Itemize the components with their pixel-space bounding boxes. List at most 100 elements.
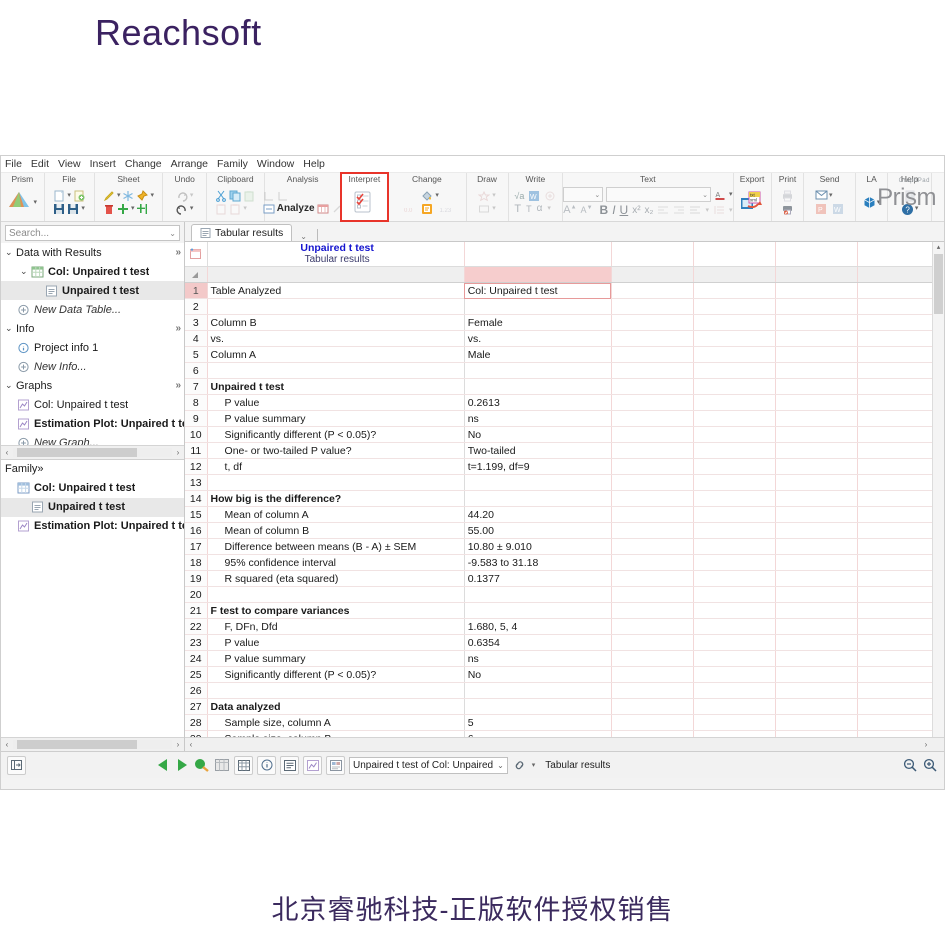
navigator-tree[interactable]: ⌄ Data with Results » ⌄ Col: Unpaired t … xyxy=(1,243,184,445)
align-icon[interactable] xyxy=(689,204,701,216)
cell-empty[interactable] xyxy=(857,458,940,475)
row-header[interactable]: 14 xyxy=(185,490,208,507)
powerpoint-icon[interactable]: P xyxy=(815,203,827,215)
cell-value[interactable] xyxy=(464,362,612,379)
cell-empty[interactable] xyxy=(857,394,940,411)
cell-empty[interactable] xyxy=(693,362,776,379)
cell-empty[interactable] xyxy=(693,602,776,619)
cell-empty[interactable] xyxy=(857,634,940,651)
cell-empty[interactable] xyxy=(775,474,858,491)
print-icon[interactable] xyxy=(781,190,793,202)
greek-caret-icon[interactable]: ▾ xyxy=(547,205,551,212)
next-sheet-icon[interactable] xyxy=(174,757,190,773)
cell-value[interactable] xyxy=(464,378,612,395)
row-header[interactable]: 6 xyxy=(185,362,208,379)
cell-label[interactable]: Table Analyzed xyxy=(207,282,465,299)
cell-value[interactable]: 44.20 xyxy=(464,506,612,523)
fill-color-icon[interactable] xyxy=(421,190,433,202)
cell-empty[interactable] xyxy=(611,682,694,699)
cell-empty[interactable] xyxy=(693,314,776,331)
cell-label[interactable]: P value summary xyxy=(207,410,465,427)
table-row[interactable]: 6 xyxy=(185,362,944,379)
decimal-icon[interactable]: 0.0 xyxy=(403,203,415,215)
table-row[interactable]: 7 Unpaired t test xyxy=(185,378,944,395)
zoom-in-icon[interactable] xyxy=(922,757,938,773)
grid-vscrollbar[interactable]: ▴ xyxy=(932,242,944,737)
row-header[interactable]: 4 xyxy=(185,330,208,347)
paste-caret-icon[interactable]: ▾ xyxy=(243,205,247,212)
save-icon[interactable] xyxy=(53,203,65,215)
chevron-down-icon[interactable]: ⌄ xyxy=(169,229,176,238)
cell-empty[interactable] xyxy=(775,698,858,715)
line-spacing-icon[interactable] xyxy=(713,204,725,216)
cell-empty[interactable] xyxy=(775,730,858,737)
rectangle-caret-icon[interactable]: ▾ xyxy=(492,205,496,212)
cell-value[interactable]: 0.6354 xyxy=(464,634,612,651)
menu-insert[interactable]: Insert xyxy=(90,158,116,172)
scroll-thumb[interactable] xyxy=(934,254,943,314)
indent-increase-icon[interactable] xyxy=(673,204,685,216)
cell-empty[interactable] xyxy=(611,330,694,347)
scroll-track[interactable] xyxy=(197,740,920,749)
cell-label[interactable]: Column A xyxy=(207,346,465,363)
font-family-combo[interactable]: ⌄ xyxy=(606,187,711,202)
cell-empty[interactable] xyxy=(611,394,694,411)
cell-empty[interactable] xyxy=(857,298,940,315)
chevron-down-icon[interactable]: ⌄ xyxy=(493,761,504,770)
column-header-title[interactable] xyxy=(207,266,465,283)
cell-empty[interactable] xyxy=(857,586,940,603)
paste-transpose-icon[interactable] xyxy=(229,203,241,215)
cell-value[interactable]: Male xyxy=(464,346,612,363)
sidebar-item-new-graph[interactable]: New Graph... xyxy=(1,433,184,445)
star-shape-icon[interactable] xyxy=(477,190,491,202)
table-row[interactable]: 5 Column A Male xyxy=(185,346,944,363)
cell-empty[interactable] xyxy=(857,618,940,635)
table-row[interactable]: 4 vs. vs. xyxy=(185,330,944,347)
row-header[interactable]: 10 xyxy=(185,426,208,443)
cell-empty[interactable] xyxy=(611,490,694,507)
scroll-left-icon[interactable]: ‹ xyxy=(1,740,13,749)
add-sheet-caret-icon[interactable]: ▾ xyxy=(131,205,135,212)
duplicate-sheet-icon[interactable] xyxy=(136,203,148,215)
cell-empty[interactable] xyxy=(857,474,940,491)
cell-empty[interactable] xyxy=(857,442,940,459)
cell-value[interactable]: Female xyxy=(464,314,612,331)
cell-empty[interactable] xyxy=(857,730,940,737)
expand-more-icon[interactable]: » xyxy=(175,380,180,391)
email-icon[interactable] xyxy=(815,190,828,202)
chevron-down-icon[interactable]: ⌄ xyxy=(5,247,16,258)
row-header[interactable]: 17 xyxy=(185,538,208,555)
cell-empty[interactable] xyxy=(611,538,694,555)
cell-empty[interactable] xyxy=(775,522,858,539)
cell-empty[interactable] xyxy=(775,282,858,299)
table-row[interactable]: 10 Significantly different (P < 0.05)? No xyxy=(185,426,944,443)
row-header[interactable]: 16 xyxy=(185,522,208,539)
cell-label[interactable]: Significantly different (P < 0.05)? xyxy=(207,426,465,443)
chevron-down-icon[interactable]: ⌄ xyxy=(5,380,16,391)
cell-empty[interactable] xyxy=(857,570,940,587)
cell-empty[interactable] xyxy=(611,634,694,651)
cell-empty[interactable] xyxy=(775,618,858,635)
font-color-caret-icon[interactable]: ▾ xyxy=(729,191,733,198)
nav-section-graphs[interactable]: ⌄ Graphs » xyxy=(1,376,184,395)
cell-empty[interactable] xyxy=(775,634,858,651)
cell-empty[interactable] xyxy=(611,554,694,571)
sidebar-item-graph-col-unpaired-t-test[interactable]: Col: Unpaired t test xyxy=(1,395,184,414)
family-item-col-unpaired-t-test[interactable]: Col: Unpaired t test xyxy=(1,479,184,498)
interpret-icon[interactable] xyxy=(352,190,376,214)
cell-empty[interactable] xyxy=(775,362,858,379)
family-panel-header[interactable]: Family » xyxy=(1,458,184,479)
cell-value[interactable] xyxy=(464,698,612,715)
family-item-unpaired-t-test[interactable]: Unpaired t test xyxy=(1,497,184,517)
format-cells-icon[interactable] xyxy=(421,203,433,215)
freeze-icon[interactable] xyxy=(122,190,134,202)
cell-empty[interactable] xyxy=(775,682,858,699)
cell-empty[interactable] xyxy=(775,330,858,347)
table-row[interactable]: 12 t, df t=1.199, df=9 xyxy=(185,458,944,475)
number-format-icon[interactable]: 1.23 xyxy=(439,203,451,215)
cell-empty[interactable] xyxy=(693,426,776,443)
cell-label[interactable]: Sample size, column A xyxy=(207,714,465,731)
font-color-icon[interactable]: A xyxy=(714,189,726,201)
cell-label[interactable]: Difference between means (B - A) ± SEM xyxy=(207,538,465,555)
cell-empty[interactable] xyxy=(857,490,940,507)
